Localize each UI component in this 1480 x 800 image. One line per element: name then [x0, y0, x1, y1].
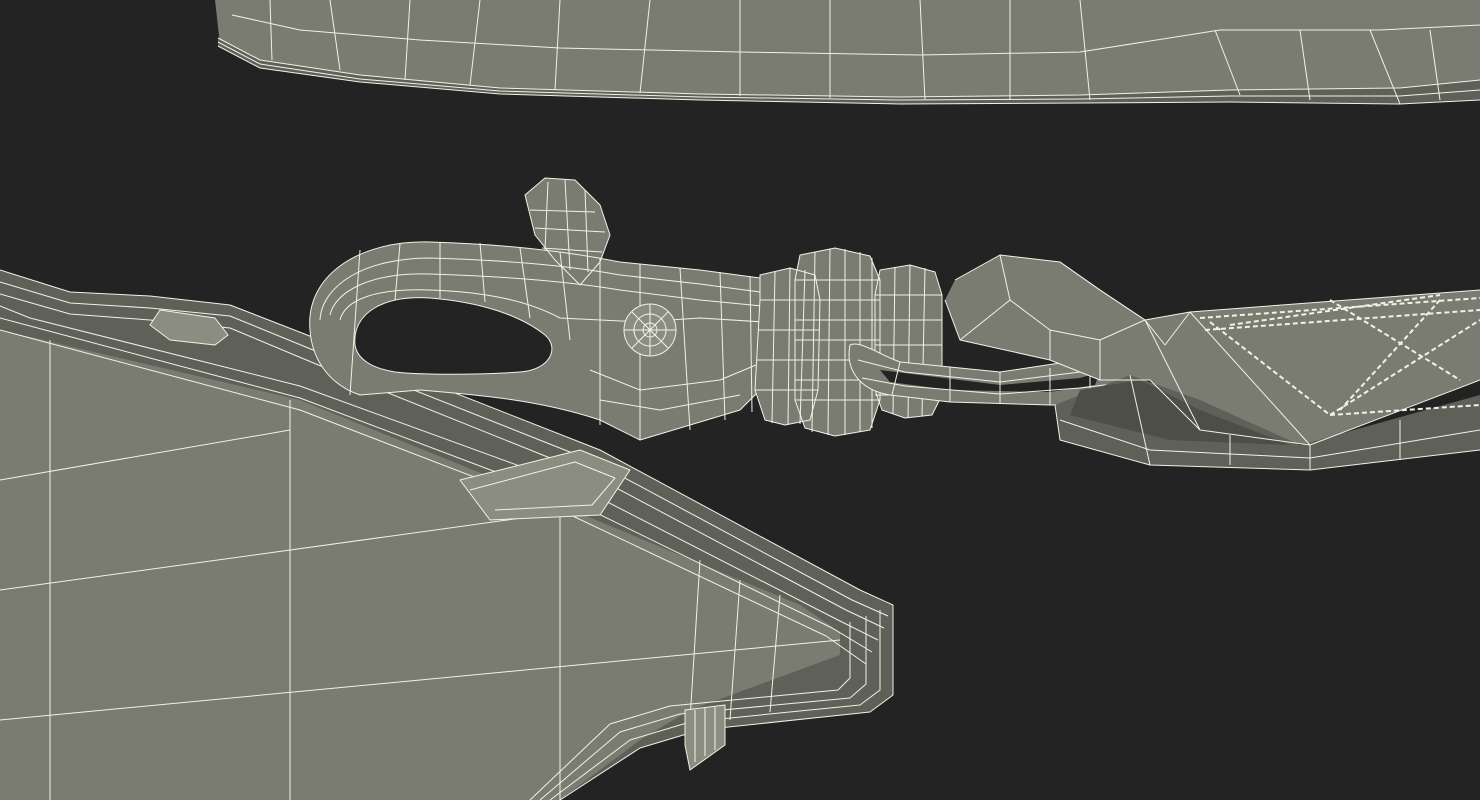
swivel-rings	[754, 247, 943, 437]
lanyard-strap-top	[215, 0, 1480, 105]
render-viewport	[0, 0, 1480, 800]
wireframe-render	[0, 0, 1480, 800]
stitched-strap-end	[944, 254, 1480, 471]
